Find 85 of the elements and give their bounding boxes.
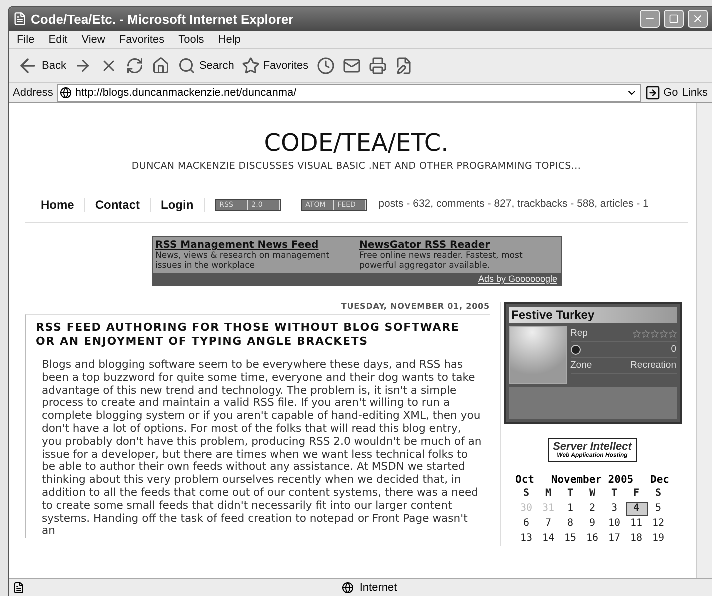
ad-text: Free online news reader. Fastest, most powerful aggregator available.	[360, 251, 524, 271]
mail-button[interactable]	[342, 56, 361, 74]
print-button[interactable]	[368, 56, 387, 74]
envelope-icon	[342, 56, 361, 74]
menu-item[interactable]: Edit	[48, 34, 68, 46]
weekday-label: F	[632, 487, 641, 501]
weekday-label: M	[544, 487, 553, 501]
home-button[interactable]	[152, 56, 170, 74]
weekday-label: S	[522, 487, 531, 501]
calendar-day[interactable]: 8	[560, 517, 582, 531]
calendar-month: November 2005	[551, 474, 634, 486]
document-icon	[394, 56, 413, 74]
calendar-day[interactable]: 3	[604, 502, 626, 516]
ads-by-link[interactable]: Ads by Goooooogle	[152, 273, 560, 285]
star-icon	[242, 56, 260, 74]
weekday-label: W	[588, 487, 597, 501]
calendar-day[interactable]: 16	[582, 532, 604, 546]
refresh-button[interactable]	[126, 56, 144, 74]
history-button[interactable]	[316, 56, 335, 74]
search-button[interactable]: Search	[178, 56, 234, 74]
calendar-day[interactable]: 15	[560, 532, 582, 546]
close-icon	[692, 13, 704, 25]
avatar-picture	[508, 326, 566, 384]
edit-button[interactable]	[394, 56, 413, 74]
gamerscore-icon	[570, 344, 580, 354]
prev-month-link[interactable]: Oct	[516, 474, 534, 486]
refresh-icon	[126, 56, 144, 74]
zone-value: Recreation	[630, 360, 676, 371]
weekday-label: S	[654, 487, 663, 501]
calendar-day[interactable]: 4	[626, 502, 648, 516]
calendar-day[interactable]: 13	[516, 532, 538, 546]
post-date: TUESDAY, NOVEMBER 01, 2005	[341, 302, 490, 311]
blog-stats: posts - 632, comments - 827, trackbacks - 588, articles - 1	[378, 198, 649, 210]
calendar-day[interactable]: 18	[626, 532, 648, 546]
next-month-link[interactable]: Dec	[650, 474, 670, 486]
printer-icon	[368, 56, 387, 74]
links-button[interactable]: Links	[682, 86, 708, 98]
address-label: Address	[13, 86, 54, 98]
ad-link[interactable]: NewsGator RSS Reader	[360, 240, 558, 251]
calendar-day[interactable]: 2	[582, 502, 604, 516]
calendar-day[interactable]: 9	[582, 517, 604, 531]
calendar-day[interactable]: 6	[516, 517, 538, 531]
calendar-day[interactable]: 19	[648, 532, 670, 546]
globe-icon	[342, 582, 354, 594]
calendar-day[interactable]: 14	[538, 532, 560, 546]
blog-subtitle: DUNCAN MACKENZIE DISCUSSES VISUAL BASIC .NET AND OTHER PROGRAMMING TOPICS...	[132, 161, 582, 172]
calendar-day[interactable]: 12	[648, 517, 670, 531]
menu-item[interactable]: File	[17, 34, 35, 46]
address-field[interactable]: http://blogs.duncanmackenzie.net/duncanma/	[57, 84, 641, 102]
weekday-label: T	[566, 487, 575, 501]
rep-label: Rep	[570, 328, 588, 339]
security-zone: Internet	[360, 582, 398, 594]
menu-item[interactable]: View	[82, 34, 106, 46]
calendar-day[interactable]: 11	[626, 517, 648, 531]
scrollbar[interactable]	[696, 103, 712, 578]
back-button[interactable]: Back	[17, 54, 66, 76]
nav-link[interactable]: Contact	[85, 198, 152, 212]
maximize-icon	[669, 14, 679, 24]
maximize-button[interactable]	[664, 10, 684, 28]
calendar-day[interactable]: 17	[604, 532, 626, 546]
home-icon	[152, 56, 170, 74]
nav-link[interactable]: Login	[151, 198, 205, 212]
ie-page-icon	[13, 12, 27, 26]
weekday-label: T	[610, 487, 619, 501]
calendar-day[interactable]: 5	[648, 502, 670, 516]
zone-label: Zone	[570, 360, 592, 371]
search-icon	[178, 56, 196, 74]
calendar-day[interactable]: 7	[538, 517, 560, 531]
go-button[interactable]: Go	[644, 84, 678, 100]
gamerscore: 0	[671, 344, 676, 355]
nav-link[interactable]: Home	[31, 198, 86, 212]
window-title: Code/Tea/Etc. - Microsoft Internet Explorer	[31, 12, 295, 26]
favorites-button[interactable]: Favorites	[242, 56, 309, 74]
menu-item[interactable]: Tools	[178, 34, 204, 46]
ad-text: News, views & research on management issues in the workplace	[156, 251, 331, 271]
calendar-day[interactable]: 10	[604, 517, 626, 531]
menu-item[interactable]: Favorites	[119, 34, 165, 46]
post-title: RSS FEED AUTHORING FOR THOSE WITHOUT BLOG SOFTWARE OR AN ENJOYMENT OF TYPING ANGLE BRACKETS	[36, 321, 461, 349]
calendar-day[interactable]: 1	[560, 502, 582, 516]
post-body: Blogs and blogging software seem to be everywhere these days, and RSS has been a top buzzword for quite some time, everyone and their dog wants to take advantage of this new trend and technology. The problem is, it isn't a simple process to create and maintain a valid RSS file. If you aren't willing to run a complete blogging system or if you aren't capable of hand-editing XML, then you don't have a lot of options. For most of the folks that will read this blog entry, you probably don't have this problem, producing RSS 2.0 wouldn't be much of an issue for a developer, but there are times when we want less technical folks to be able to author their own feeds without any assistance. At MSDN we started thinking about this very problem ourselves recently when we decided that, in addition to all the feeds that come out of our content systems, there was a need to create some small feeds that didn't necessarily fit into our larger content systems. Handing off the task of feed creation to notepad or Front Page wasn't an	[42, 359, 482, 538]
gamertag: Festive Turkey	[508, 307, 676, 323]
clock-icon	[316, 56, 335, 74]
menu-item[interactable]: Help	[218, 34, 241, 46]
blog-title: CODE/TEA/ETC.	[264, 129, 449, 157]
ad-link[interactable]: RSS Management News Feed	[156, 240, 354, 251]
